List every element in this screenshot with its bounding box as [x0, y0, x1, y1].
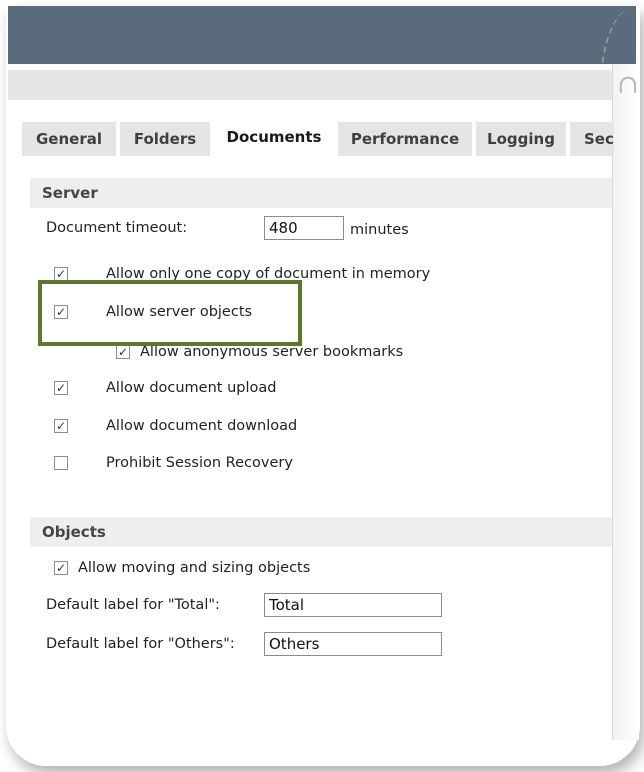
others-label-row: Default label for "Others": — [46, 636, 235, 652]
tab-security[interactable]: Sec — [570, 122, 614, 156]
document-timeout-row: Document timeout: — [46, 220, 187, 236]
option-prohibit-session-recovery[interactable]: Prohibit Session Recovery — [54, 455, 293, 471]
document-download-checkbox[interactable]: ✓ — [54, 419, 68, 433]
moving-sizing-label: Allow moving and sizing objects — [78, 560, 311, 576]
total-label-input[interactable] — [264, 593, 442, 617]
tab-logging[interactable]: Logging — [476, 122, 566, 156]
title-bar — [8, 6, 636, 116]
document-download-label: Allow document download — [106, 418, 298, 434]
toolbar-band — [8, 70, 612, 100]
option-document-download[interactable]: ✓ Allow document download — [54, 418, 297, 434]
option-server-objects[interactable]: ✓ Allow server objects — [54, 304, 252, 320]
tab-general[interactable]: General — [22, 122, 116, 156]
prohibit-session-recovery-checkbox[interactable] — [54, 456, 68, 470]
server-section-title: Server — [42, 184, 98, 202]
anonymous-bookmarks-checkbox[interactable]: ✓ — [116, 345, 130, 359]
one-copy-label: Allow only one copy of document in memor… — [106, 266, 431, 282]
server-section-header: Server — [30, 178, 612, 208]
total-label: Default label for "Total": — [46, 597, 220, 613]
option-document-upload[interactable]: ✓ Allow document upload — [54, 380, 276, 396]
one-copy-checkbox[interactable]: ✓ — [54, 267, 68, 281]
document-timeout-input[interactable] — [264, 216, 344, 240]
document-timeout-label: Document timeout: — [46, 220, 188, 236]
properties-window: General Folders Documents Performance Lo… — [8, 100, 614, 740]
objects-section-title: Objects — [42, 523, 106, 541]
document-upload-label: Allow document upload — [106, 380, 277, 396]
tab-documents[interactable]: Documents — [214, 118, 334, 156]
tab-folders[interactable]: Folders — [120, 122, 210, 156]
total-label-row: Default label for "Total": — [46, 597, 220, 613]
server-objects-checkbox[interactable]: ✓ — [54, 305, 68, 319]
timeout-unit-label: minutes — [350, 222, 409, 238]
option-one-copy[interactable]: ✓ Allow only one copy of document in mem… — [54, 266, 430, 282]
tab-performance[interactable]: Performance — [338, 122, 472, 156]
right-edge-decoration: ∩ — [612, 64, 639, 740]
edge-glyph: ∩ — [617, 70, 639, 100]
option-moving-sizing[interactable]: ✓ Allow moving and sizing objects — [54, 560, 310, 576]
prohibit-session-recovery-label: Prohibit Session Recovery — [106, 455, 293, 471]
document-upload-checkbox[interactable]: ✓ — [54, 381, 68, 395]
moving-sizing-checkbox[interactable]: ✓ — [54, 561, 68, 575]
server-objects-label: Allow server objects — [106, 304, 253, 320]
tab-strip: General Folders Documents Performance Lo… — [22, 118, 614, 156]
option-anonymous-bookmarks[interactable]: ✓ Allow anonymous server bookmarks — [116, 344, 403, 360]
others-label: Default label for "Others": — [46, 636, 235, 652]
others-label-input[interactable] — [264, 632, 442, 656]
objects-section-header: Objects — [30, 517, 612, 547]
anonymous-bookmarks-label: Allow anonymous server bookmarks — [140, 344, 404, 360]
timeout-unit-row: minutes — [350, 222, 409, 238]
